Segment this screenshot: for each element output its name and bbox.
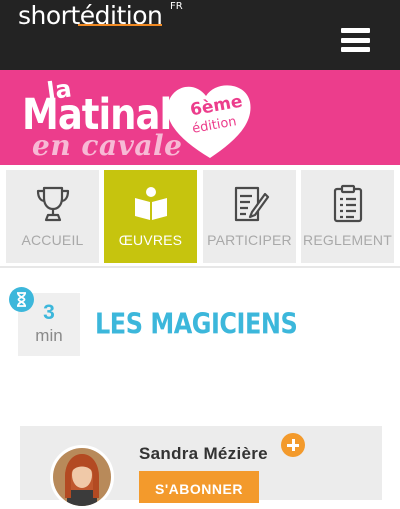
tab-oeuvres-label: ŒUVRES [118,232,183,248]
top-header: shortédition FR [0,0,400,70]
tab-oeuvres[interactable]: ŒUVRES [104,170,197,263]
tab-participer-label: PARTICIPER [207,232,292,248]
follow-plus-icon[interactable] [281,433,305,457]
clipboard-list-icon [333,184,362,223]
author-name[interactable]: Sandra Mézière [139,444,268,464]
tab-participer[interactable]: PARTICIPER [203,170,296,263]
story-title: LES MAGICIENS [95,307,298,341]
hamburger-menu-icon[interactable] [341,28,370,52]
hourglass-icon [9,287,34,312]
open-book-icon [134,187,167,220]
subscribe-button[interactable]: S'ABONNER [139,471,259,503]
author-avatar[interactable] [50,445,114,509]
read-time-unit: min [35,326,63,345]
event-banner[interactable]: la Matinale en cavale 6ème édition [0,70,400,165]
trophy-icon [36,186,69,222]
writing-icon [234,186,269,222]
tab-reglement[interactable]: REGLEMENT [301,170,394,263]
tab-reglement-label: REGLEMENT [303,232,392,248]
tab-accueil[interactable]: ACCUEIL [6,170,99,263]
locale-label: FR [170,1,183,12]
logo-underline [78,24,162,26]
tab-accueil-label: ACCUEIL [21,232,84,248]
nav-divider [0,266,400,268]
section-nav: ACCUEIL ŒUVRES PARTICIPER REGLEMENT [0,165,400,268]
